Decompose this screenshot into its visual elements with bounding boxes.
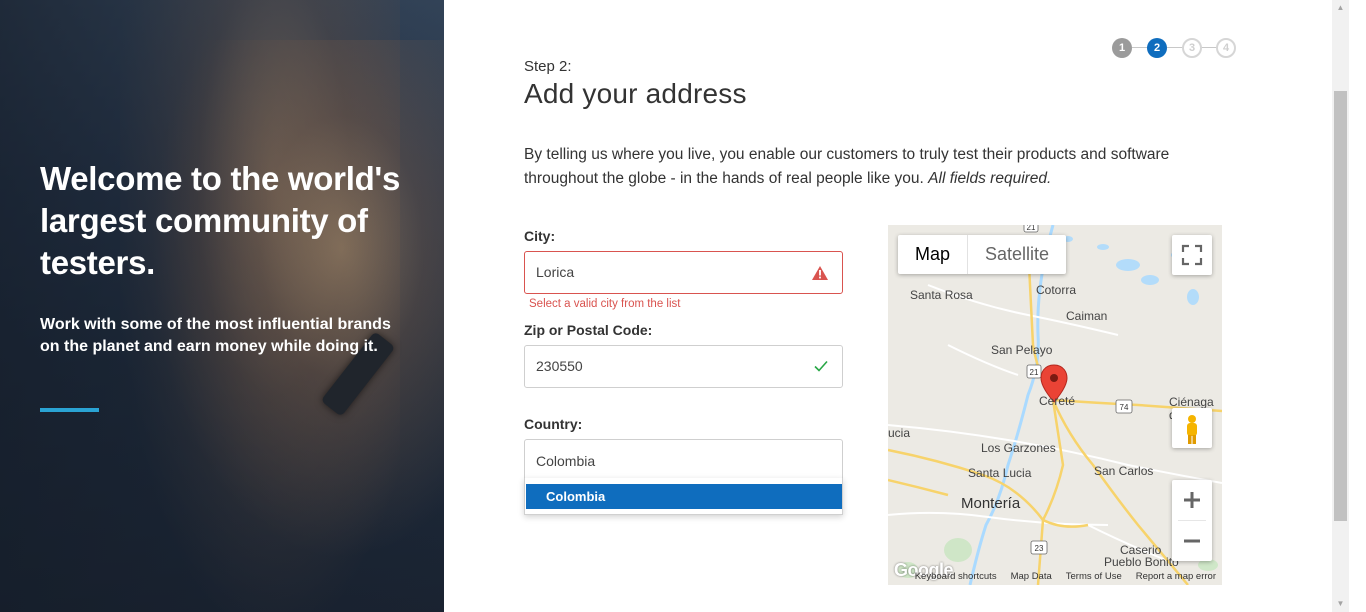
svg-text:21: 21 <box>1030 368 1039 377</box>
intro-body: By telling us where you live, you enable… <box>524 146 1170 187</box>
country-input[interactable]: Colombia <box>524 439 843 479</box>
map-type-control: Map Satellite <box>898 235 1067 274</box>
city-value: Lorica <box>536 264 575 280</box>
map-label: Montería <box>961 495 1021 512</box>
progress-stepper: 1 2 3 4 <box>1112 38 1238 58</box>
map-label: Santa Lucia <box>968 466 1032 480</box>
country-label: Country: <box>524 416 583 432</box>
fullscreen-button[interactable] <box>1172 235 1212 275</box>
city-label: City: <box>524 228 556 244</box>
zoom-in-button[interactable] <box>1172 480 1212 520</box>
scroll-up-icon[interactable]: ▲ <box>1336 3 1345 12</box>
scroll-thumb[interactable] <box>1334 91 1347 521</box>
map-footer: Keyboard shortcuts Map Data Terms of Use… <box>908 571 1222 583</box>
road-shield: 21 <box>1026 364 1042 379</box>
hero-image-shade <box>0 0 444 612</box>
map-label: San Carlos <box>1094 464 1154 478</box>
country-value: Colombia <box>536 453 596 469</box>
hero-title: Welcome to the world's largest community… <box>40 160 401 281</box>
required-note: All fields required. <box>928 170 1052 187</box>
keyboard-shortcuts-link[interactable]: Keyboard shortcuts <box>915 571 997 583</box>
road-shield: 74 <box>1115 399 1133 414</box>
stepper-line <box>1167 47 1183 48</box>
zoom-out-button[interactable] <box>1172 521 1212 561</box>
step-4: 4 <box>1216 38 1236 58</box>
map-label: Los Garzones <box>981 441 1056 455</box>
country-dropdown: Colombia <box>524 478 843 515</box>
location-map[interactable]: 21 21 74 23 Santa Rosa Cotorra Caiman Sa… <box>888 225 1222 585</box>
city-error-message: Select a valid city from the list <box>529 298 681 310</box>
map-data-link[interactable]: Map Data <box>1011 571 1052 583</box>
zip-value: 230550 <box>536 358 583 374</box>
svg-text:21: 21 <box>1027 225 1036 232</box>
map-type-map-button[interactable]: Map <box>898 235 967 274</box>
page-title: Add your address <box>524 78 747 109</box>
zip-label: Zip or Postal Code: <box>524 322 653 338</box>
zip-input[interactable]: 230550 <box>524 345 843 388</box>
scroll-down-icon[interactable]: ▼ <box>1336 599 1345 608</box>
minus-icon <box>1184 539 1200 543</box>
road-shield: 23 <box>1030 540 1048 555</box>
map-label: Caiman <box>1066 309 1108 323</box>
map-label: Cereté <box>1039 394 1076 408</box>
hero-subtitle: Work with some of the most influential b… <box>40 316 391 355</box>
map-label: Cotorra <box>1036 283 1077 297</box>
svg-text:74: 74 <box>1120 403 1129 412</box>
report-map-error-link[interactable]: Report a map error <box>1136 571 1216 583</box>
hero-panel: Welcome to the world's largest community… <box>0 0 444 612</box>
country-option[interactable]: Colombia <box>526 484 842 509</box>
check-icon <box>814 360 828 372</box>
terms-of-use-link[interactable]: Terms of Use <box>1066 571 1122 583</box>
zoom-control <box>1172 480 1212 561</box>
map-type-satellite-button[interactable]: Satellite <box>967 235 1066 274</box>
map-label: Pueblo Bonito <box>1104 555 1179 569</box>
map-label: Ciénaga <box>1169 395 1214 409</box>
svg-text:23: 23 <box>1035 544 1044 553</box>
step-2: 2 <box>1147 38 1167 58</box>
step-1[interactable]: 1 <box>1112 38 1132 58</box>
pegman-icon <box>1187 415 1197 444</box>
warning-icon <box>812 266 828 280</box>
map-label: Santa Rosa <box>910 288 973 302</box>
intro-text: By telling us where you live, you enable… <box>524 143 1214 191</box>
city-input[interactable]: Lorica <box>524 251 843 294</box>
hero-accent-rule <box>40 408 99 412</box>
plus-icon <box>1184 492 1200 508</box>
step-3: 3 <box>1182 38 1202 58</box>
map-label: ucia <box>888 426 911 440</box>
map-label: San Pelayo <box>991 343 1053 357</box>
fullscreen-icon <box>1181 244 1203 266</box>
street-view-button[interactable] <box>1172 408 1212 448</box>
page-scrollbar[interactable]: ▲ ▼ <box>1332 0 1349 612</box>
road-shield: 21 <box>1023 225 1039 233</box>
step-label: Step 2: <box>524 58 572 75</box>
